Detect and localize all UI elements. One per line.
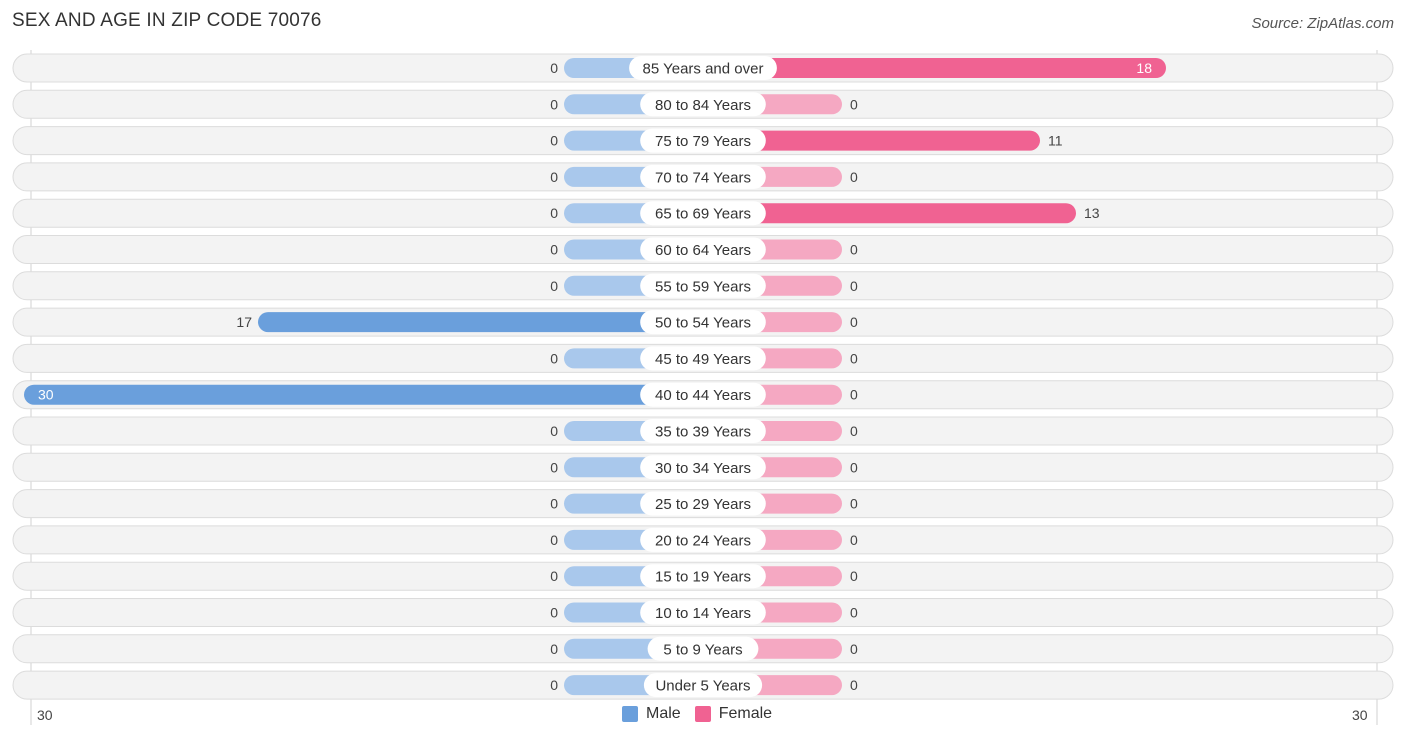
- axis-right-label: 30: [1352, 707, 1368, 723]
- category-label: 45 to 49 Years: [655, 351, 751, 368]
- legend-item-female: Female: [694, 705, 773, 723]
- category-label: 80 to 84 Years: [655, 97, 751, 114]
- value-label-female: 0: [850, 568, 858, 584]
- value-label-male: 0: [550, 459, 558, 475]
- category-label: 30 to 34 Years: [655, 460, 751, 477]
- category-label: 10 to 14 Years: [655, 605, 751, 622]
- value-label-female: 0: [850, 423, 858, 439]
- category-label: 5 to 9 Years: [663, 641, 742, 658]
- value-label-female: 0: [850, 278, 858, 294]
- value-label-male: 0: [550, 278, 558, 294]
- category-label: 60 to 64 Years: [655, 242, 751, 259]
- category-label: 40 to 44 Years: [655, 387, 751, 404]
- legend-label-male: Male: [646, 705, 681, 722]
- value-label-female: 0: [850, 459, 858, 475]
- value-label-male: 0: [550, 641, 558, 657]
- value-label-female: 0: [850, 605, 858, 621]
- value-label-female: 0: [850, 387, 858, 403]
- legend-swatch-male: [622, 706, 638, 722]
- category-label: 25 to 29 Years: [655, 496, 751, 513]
- legend-item-male: Male: [622, 705, 681, 723]
- value-label-male: 0: [550, 242, 558, 258]
- category-label: 55 to 59 Years: [655, 278, 751, 295]
- value-label-female: 11: [1048, 133, 1063, 149]
- category-label: 70 to 74 Years: [655, 169, 751, 186]
- category-label: 85 Years and over: [643, 61, 764, 78]
- axis-left-label: 30: [37, 707, 53, 723]
- value-label-male: 0: [550, 205, 558, 221]
- bar-male: [24, 384, 703, 405]
- legend-label-female: Female: [718, 705, 773, 722]
- value-label-male: 0: [550, 60, 558, 76]
- chart-area: 85 Years and over 0 18 80 to 84 Years 0 0 75 t…: [12, 50, 1394, 725]
- value-label-male: 0: [550, 496, 558, 512]
- value-label-male: 0: [550, 169, 558, 185]
- value-label-female: 0: [850, 677, 858, 693]
- bar-male: [258, 312, 703, 333]
- value-label-female: 0: [850, 641, 858, 657]
- value-label-female: 0: [850, 314, 858, 330]
- value-label-male: 0: [550, 605, 558, 621]
- legend: Male Female: [622, 705, 786, 723]
- value-label-male: 0: [550, 423, 558, 439]
- category-label: 20 to 24 Years: [655, 532, 751, 549]
- value-label-female: 18: [1136, 60, 1152, 76]
- value-label-female: 0: [850, 96, 858, 112]
- category-label: 50 to 54 Years: [655, 315, 751, 332]
- value-label-female: 0: [850, 242, 858, 258]
- value-label-female: 13: [1084, 205, 1100, 221]
- value-label-male: 0: [550, 350, 558, 366]
- value-label-female: 0: [850, 532, 858, 548]
- category-label: 65 to 69 Years: [655, 206, 751, 223]
- category-label: 15 to 19 Years: [655, 569, 751, 586]
- value-label-male: 0: [550, 96, 558, 112]
- legend-swatch-female: [694, 706, 711, 722]
- value-label-female: 0: [850, 496, 858, 512]
- value-label-male: 0: [550, 133, 558, 149]
- category-label: 75 to 79 Years: [655, 133, 751, 150]
- category-label: Under 5 Years: [655, 678, 750, 695]
- category-label: 35 to 39 Years: [655, 424, 751, 441]
- value-label-male: 17: [236, 314, 252, 330]
- value-label-male: 0: [550, 568, 558, 584]
- value-label-male: 30: [38, 387, 54, 403]
- value-label-male: 0: [550, 677, 558, 693]
- value-label-male: 0: [550, 532, 558, 548]
- value-label-female: 0: [850, 350, 858, 366]
- value-label-female: 0: [850, 169, 858, 185]
